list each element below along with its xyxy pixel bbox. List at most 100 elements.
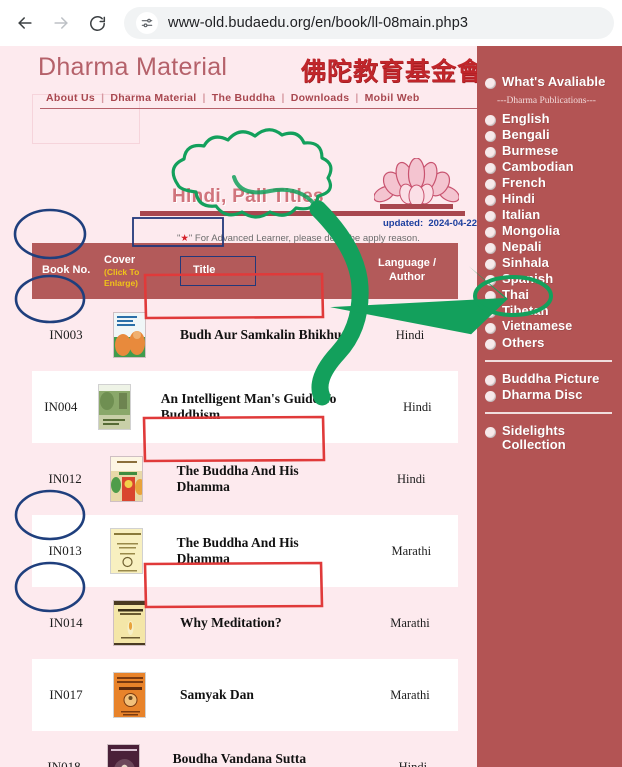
table-row[interactable]: IN017 Samyak Dan Marathi bbox=[32, 659, 458, 731]
cell-cover[interactable] bbox=[90, 384, 139, 430]
radio-icon[interactable] bbox=[485, 211, 496, 222]
back-button[interactable] bbox=[8, 6, 42, 40]
nav-item-about-us[interactable]: About Us bbox=[40, 92, 101, 104]
cell-title[interactable]: The Buddha And His Dhamma bbox=[155, 463, 365, 495]
sidebar-item-label: Sinhala bbox=[502, 255, 549, 270]
cell-language: Marathi bbox=[391, 543, 432, 558]
sidebar-item-mongolia[interactable]: Mongolia bbox=[483, 223, 622, 239]
radio-icon[interactable] bbox=[485, 243, 496, 254]
sidebar-item-italian[interactable]: Italian bbox=[483, 207, 622, 223]
nav-item-mobil-web[interactable]: Mobil Web bbox=[359, 92, 426, 104]
radio-icon[interactable] bbox=[485, 115, 496, 126]
nav-item-downloads[interactable]: Downloads bbox=[285, 92, 356, 104]
cover-in003[interactable] bbox=[112, 312, 146, 358]
sidebar-item-label: French bbox=[502, 175, 546, 190]
radio-icon[interactable] bbox=[485, 227, 496, 238]
nav-item-dharma-material[interactable]: Dharma Material bbox=[104, 92, 202, 104]
radio-icon[interactable] bbox=[485, 131, 496, 142]
nav-item-the-buddha[interactable]: The Buddha bbox=[206, 92, 282, 104]
cell-language: Marathi bbox=[390, 615, 430, 630]
sliders-icon[interactable] bbox=[136, 12, 158, 34]
sidebar-item-spanish[interactable]: Spanish bbox=[483, 271, 622, 287]
sidebar-item-label: Mongolia bbox=[502, 223, 560, 238]
sidebar-item-tibetan[interactable]: Tibetan bbox=[483, 303, 622, 319]
sidebar-item-sinhala[interactable]: Sinhala bbox=[483, 255, 622, 271]
sidebar-item-vietnamese[interactable]: Vietnamese bbox=[483, 319, 622, 335]
cell-language: Marathi bbox=[390, 687, 430, 702]
sidebar-item-burmese[interactable]: Burmese bbox=[483, 143, 622, 159]
table-row[interactable]: IN013 The Buddha And His Dhamma Marathi bbox=[32, 515, 458, 587]
address-bar[interactable]: www-old.budaedu.org/en/book/ll-08main.ph… bbox=[124, 7, 614, 39]
sidebar-item-label: Vietnamese bbox=[502, 319, 573, 333]
radio-icon[interactable] bbox=[485, 427, 496, 438]
sidebar-item-label: Dharma Disc bbox=[502, 387, 583, 402]
cell-title[interactable]: Budh Aur Samkalin Bhikhu bbox=[158, 327, 362, 343]
sidebar-item-label: Others bbox=[502, 335, 545, 350]
sidebar-divider bbox=[485, 360, 612, 362]
cover-in014[interactable] bbox=[112, 600, 146, 646]
sidebar-item-whats-avaliable[interactable]: What's Avaliable bbox=[483, 74, 622, 90]
cell-title[interactable]: Boudha Vandana Sutta Sangraha bbox=[151, 751, 368, 767]
cover-in018[interactable] bbox=[106, 744, 140, 767]
sidebar-item-cambodian[interactable]: Cambodian bbox=[483, 159, 622, 175]
radio-icon[interactable] bbox=[485, 375, 496, 386]
cell-cover[interactable] bbox=[96, 744, 151, 767]
radio-icon[interactable] bbox=[485, 147, 496, 158]
table-row[interactable]: IN018 Boudha Vandana Sutta Sangraha bbox=[32, 731, 458, 767]
sidebar-item-thai[interactable]: Thai bbox=[483, 287, 622, 303]
cell-book-no: IN013 bbox=[48, 543, 82, 558]
cell-cover[interactable] bbox=[100, 672, 158, 718]
radio-icon[interactable] bbox=[485, 275, 496, 286]
hero-section: Hindi, Pali Titles updated: 2024-04-22 "… bbox=[0, 118, 477, 244]
radio-icon[interactable] bbox=[485, 163, 496, 174]
title-underline bbox=[140, 211, 465, 216]
foundation-logo-chinese: 佛陀教育基金會 bbox=[300, 57, 477, 86]
sidebar-item-bengali[interactable]: Bengali bbox=[483, 127, 622, 143]
cell-cover[interactable] bbox=[100, 600, 158, 646]
sidebar-item-label: Thai bbox=[502, 287, 530, 302]
forward-button[interactable] bbox=[44, 6, 78, 40]
radio-icon[interactable] bbox=[485, 323, 496, 334]
cell-title[interactable]: Samyak Dan bbox=[158, 687, 362, 703]
sidebar-item-buddha-picture[interactable]: Buddha Picture bbox=[483, 371, 622, 387]
table-row[interactable]: IN004 An Intelligent Man's Guide To Budd… bbox=[32, 371, 458, 443]
sidebar-item-english[interactable]: English bbox=[483, 111, 622, 127]
radio-icon[interactable] bbox=[485, 259, 496, 270]
radio-icon[interactable] bbox=[485, 179, 496, 190]
table-header-row: Book No. Cover (Click To Enlarge) Title … bbox=[32, 243, 458, 299]
cover-in013[interactable] bbox=[109, 528, 143, 574]
sidebar-item-sidelights-collection[interactable]: Sidelights Collection bbox=[483, 423, 622, 452]
radio-icon[interactable] bbox=[485, 291, 496, 302]
table-row[interactable]: IN014 Why Meditation? Marathi bbox=[32, 587, 458, 659]
sidebar-item-label: Hindi bbox=[502, 191, 535, 206]
cell-book-no: IN003 bbox=[49, 327, 83, 342]
web-page: Dharma Material 佛陀教育基金會 About Us | Dharm… bbox=[0, 46, 622, 767]
radio-icon[interactable] bbox=[485, 78, 496, 89]
sidebar-item-others[interactable]: Others bbox=[483, 335, 622, 351]
sidebar-item-dharma-disc[interactable]: Dharma Disc bbox=[483, 387, 622, 403]
sidebar-item-hindi[interactable]: Hindi bbox=[483, 191, 622, 207]
radio-icon[interactable] bbox=[485, 339, 496, 350]
radio-icon[interactable] bbox=[485, 195, 496, 206]
table-row[interactable]: IN003 Budh Aur Samkalin Bhikhu Hindi bbox=[32, 299, 458, 371]
cell-cover[interactable] bbox=[98, 456, 154, 502]
cell-title[interactable]: The Buddha And His Dhamma bbox=[155, 535, 365, 567]
cell-cover[interactable] bbox=[100, 312, 158, 358]
cover-in004[interactable] bbox=[97, 384, 131, 430]
cell-title[interactable]: Why Meditation? bbox=[158, 615, 362, 631]
table-row[interactable]: IN012 The Buddha And His Dhamma Hindi bbox=[32, 443, 458, 515]
cell-title[interactable]: An Intelligent Man's Guide To Buddhism bbox=[139, 391, 377, 423]
sidebar-item-nepali[interactable]: Nepali bbox=[483, 239, 622, 255]
browser-toolbar: www-old.budaedu.org/en/book/ll-08main.ph… bbox=[0, 0, 622, 46]
cell-book-no: IN004 bbox=[44, 399, 78, 414]
sidebar-item-french[interactable]: French bbox=[483, 175, 622, 191]
arrow-left-icon bbox=[15, 13, 35, 33]
radio-icon[interactable] bbox=[485, 391, 496, 402]
cover-in017[interactable] bbox=[112, 672, 146, 718]
sidebar-item-label: Bengali bbox=[502, 127, 550, 142]
cell-cover[interactable] bbox=[98, 528, 154, 574]
radio-icon[interactable] bbox=[485, 307, 496, 318]
page-title: Hindi, Pali Titles bbox=[172, 186, 324, 207]
reload-button[interactable] bbox=[80, 6, 114, 40]
cover-in012[interactable] bbox=[109, 456, 143, 502]
